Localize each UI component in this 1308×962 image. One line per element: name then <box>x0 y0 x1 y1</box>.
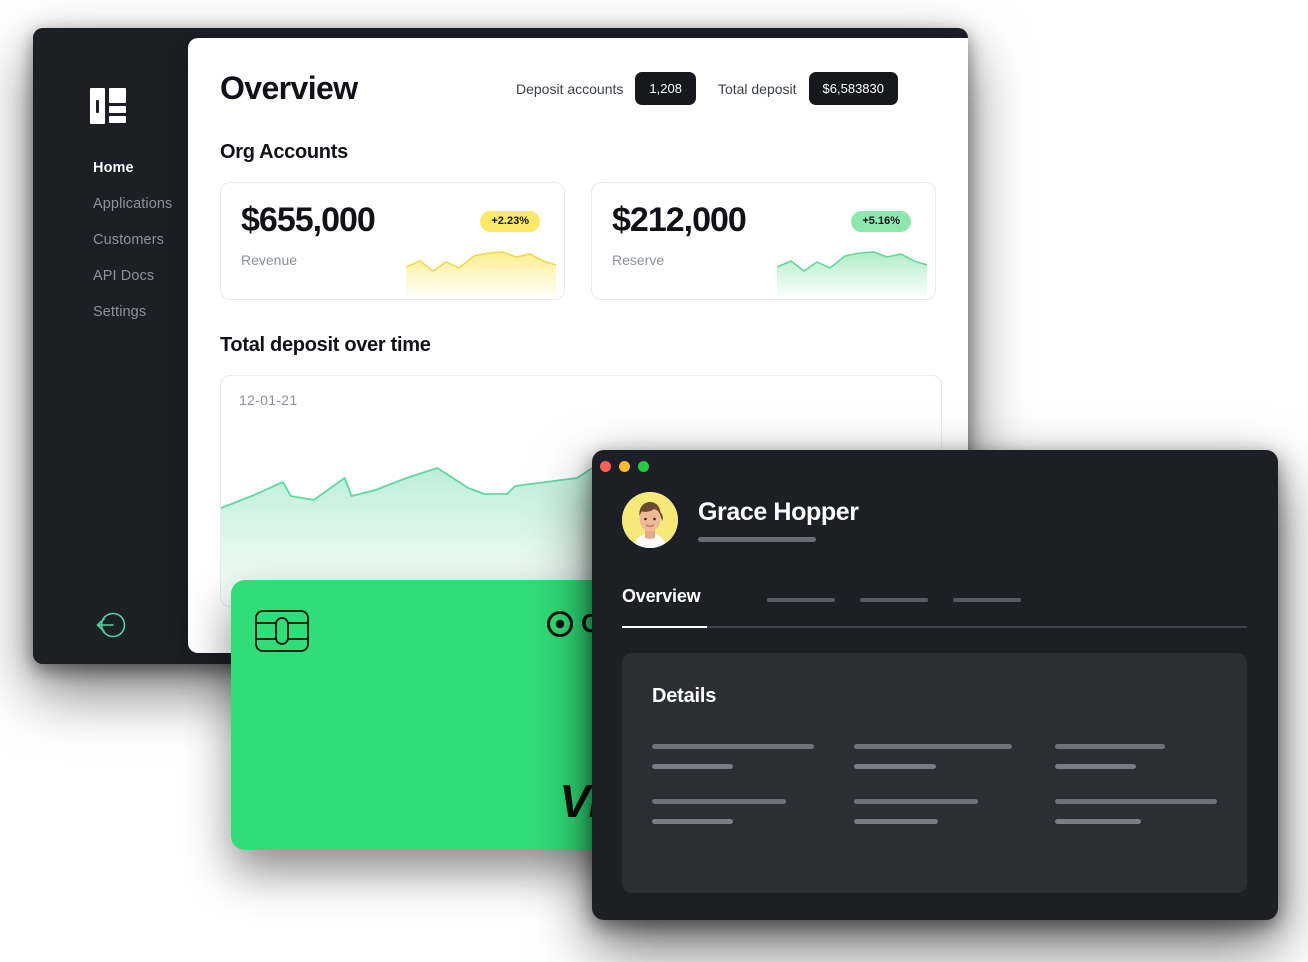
details-card: Details <box>622 653 1247 893</box>
detail-field <box>853 799 1016 824</box>
org-accounts-title: Org Accounts <box>220 141 348 163</box>
profile-window: Grace Hopper Overview Details <box>592 450 1278 920</box>
detail-field <box>652 744 814 769</box>
details-title: Details <box>652 685 717 707</box>
reserve-sparkline <box>777 251 927 299</box>
tab-divider <box>622 626 1247 628</box>
emv-chip-icon <box>255 610 309 652</box>
header-stats: Deposit accounts 1,208 Total deposit $6,… <box>516 72 936 105</box>
chart-date-label: 12-01-21 <box>239 392 298 408</box>
logout-arrow-icon[interactable] <box>91 606 129 644</box>
reserve-card[interactable]: $212,000 Reserve +5.16% <box>591 182 936 300</box>
screenshot-stage: Home Applications Customers API Docs Set… <box>0 0 1308 962</box>
outline-target-icon <box>547 610 573 637</box>
detail-field <box>853 744 1016 769</box>
tab-active-indicator <box>622 626 707 628</box>
total-deposit-stat: Total deposit $6,583830 <box>718 72 898 105</box>
profile-header: Grace Hopper <box>622 450 1248 548</box>
profile-tabs: Overview <box>622 586 1248 628</box>
deposit-chart-title: Total deposit over time <box>220 334 431 356</box>
tab-placeholder-3[interactable] <box>953 598 1021 602</box>
deposit-accounts-label: Deposit accounts <box>515 80 624 97</box>
app-logo-icon <box>90 88 126 124</box>
page-title: Overview <box>220 70 358 106</box>
profile-name: Grace Hopper <box>698 498 859 526</box>
maximize-button[interactable] <box>638 461 649 472</box>
total-deposit-label: Total deposit <box>717 80 797 97</box>
org-accounts-cards: $655,000 Revenue +2.23% $212,000 Reserve… <box>220 182 936 300</box>
close-button[interactable] <box>600 461 611 472</box>
window-traffic-lights <box>600 461 649 472</box>
avatar[interactable] <box>622 492 678 548</box>
deposit-accounts-badge: 1,208 <box>635 72 696 105</box>
reserve-change-badge: +5.16% <box>851 211 911 232</box>
minimize-button[interactable] <box>619 461 630 472</box>
revenue-card[interactable]: $655,000 Revenue +2.23% <box>220 182 565 300</box>
total-deposit-badge: $6,583830 <box>808 72 898 105</box>
tab-placeholder-2[interactable] <box>860 598 928 602</box>
user-avatar-photo <box>622 492 678 548</box>
detail-field <box>1055 744 1217 769</box>
profile-subtitle-placeholder <box>698 537 816 542</box>
panel-header: Overview Deposit accounts 1,208 Total de… <box>220 70 936 107</box>
revenue-sparkline <box>406 251 556 299</box>
detail-field <box>1055 799 1217 824</box>
tab-overview[interactable]: Overview <box>622 586 701 607</box>
tab-placeholder-1[interactable] <box>767 598 835 602</box>
profile-identity: Grace Hopper <box>698 498 859 542</box>
revenue-change-badge: +2.23% <box>480 211 540 232</box>
deposit-accounts-stat: Deposit accounts 1,208 <box>516 72 696 105</box>
detail-field <box>652 799 814 824</box>
credit-card[interactable]: Outl VIS <box>231 580 651 850</box>
details-placeholder-grid <box>652 744 1217 824</box>
